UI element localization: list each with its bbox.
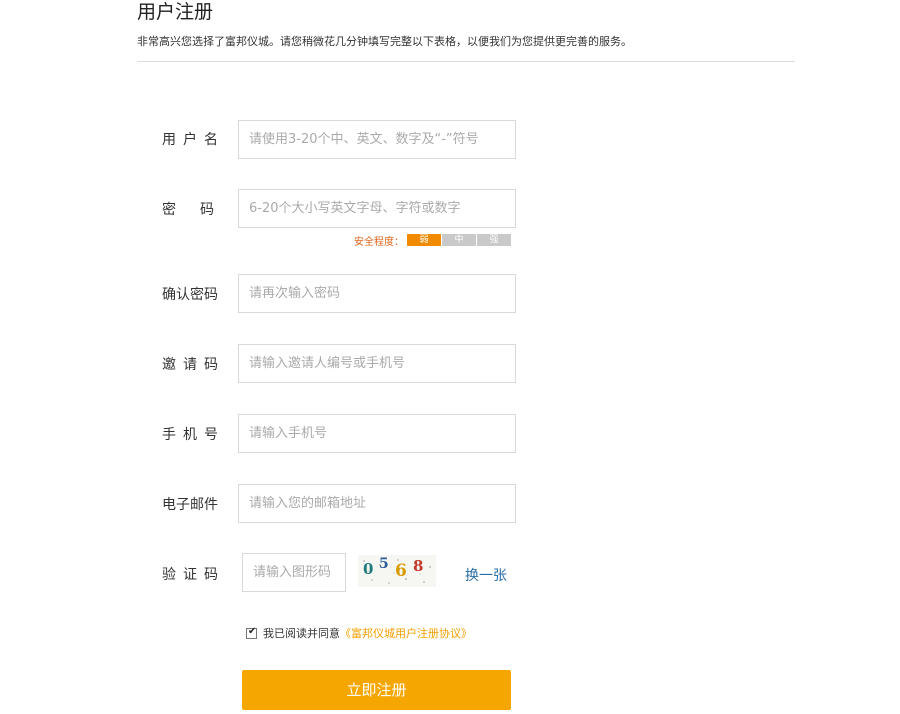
password-label: 密 码 (162, 201, 214, 219)
phone-label: 手 机 号 (162, 426, 218, 444)
phone-label-char: 号 (204, 427, 218, 443)
username-label-char: 用 (162, 132, 176, 148)
agreement-text: 我已阅读并同意 (263, 627, 340, 640)
captcha-label-char: 验 (162, 567, 176, 583)
invite-code-input[interactable] (238, 344, 516, 383)
strength-medium: 中 (442, 234, 476, 246)
username-input[interactable] (238, 120, 516, 159)
refresh-captcha-link[interactable]: 换一张 (465, 565, 507, 585)
captcha-char: 0 (363, 560, 374, 578)
phone-label-char: 手 (162, 427, 176, 443)
captcha-char: 5 (379, 556, 389, 572)
confirm-password-label: 确认密码 (162, 287, 218, 303)
captcha-label-char: 码 (204, 567, 218, 583)
email-input[interactable] (238, 484, 516, 523)
password-label-char: 密 (162, 202, 176, 218)
invite-label-char: 码 (204, 357, 218, 373)
strength-strong: 强 (477, 234, 511, 246)
confirm-password-input[interactable] (238, 274, 516, 313)
invite-label-char: 请 (183, 357, 197, 373)
strength-label: 安全程度： (354, 236, 404, 248)
strength-weak: 弱 (407, 234, 441, 246)
page-title: 用户注册 (137, 1, 214, 23)
phone-label-char: 机 (183, 427, 197, 443)
password-label-char: 码 (200, 202, 214, 218)
email-label: 电子邮件 (162, 497, 218, 513)
captcha-char: 8 (413, 557, 424, 575)
captcha-input[interactable] (242, 553, 346, 592)
password-strength: 安全程度： 弱 中 强 (354, 234, 511, 248)
invite-label-char: 邀 (162, 357, 176, 373)
register-button[interactable]: 立即注册 (242, 670, 511, 710)
agreement-link[interactable]: 《富邦仪城用户注册协议》 (340, 625, 472, 641)
password-input[interactable] (238, 189, 516, 228)
agreement-checkbox[interactable]: ✔ (246, 625, 257, 639)
username-label-char: 名 (204, 132, 218, 148)
username-label-char: 户 (183, 132, 197, 148)
username-label: 用 户 名 (162, 131, 218, 149)
captcha-label: 验 证 码 (162, 566, 218, 584)
agreement-row: ✔ 我已阅读并同意 《富邦仪城用户注册协议》 (246, 625, 472, 641)
intro-text: 非常高兴您选择了富邦仪城。请您稍微花几分钟填写完整以下表格，以便我们为您提供更完… (137, 35, 632, 48)
check-icon: ✔ (248, 625, 257, 637)
invite-code-label: 邀 请 码 (162, 356, 218, 374)
captcha-char: 6 (395, 561, 407, 581)
header-divider (137, 61, 795, 62)
phone-input[interactable] (238, 414, 516, 453)
captcha-image[interactable]: 0 5 6 8 (358, 555, 436, 587)
captcha-label-char: 证 (183, 567, 197, 583)
